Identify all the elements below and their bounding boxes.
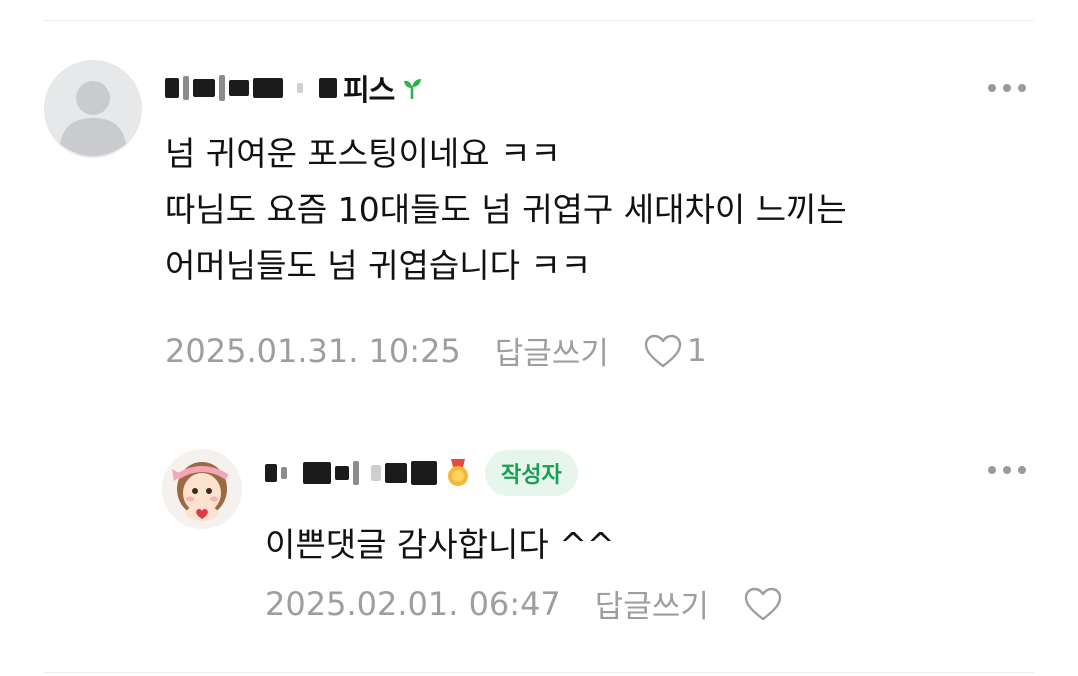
comment-body: 넘 귀여운 포스팅이네요 ㅋㅋ 따님도 요즘 10대들도 넘 귀엽구 세대차이 … [165, 126, 847, 294]
comment-body: 이쁜댓글 감사합니다 ^^ [265, 517, 615, 573]
author-name-suffix[interactable]: 피스 [343, 67, 395, 109]
author-badge: 작성자 [485, 450, 578, 496]
reply-button[interactable]: 답글쓰기 [595, 581, 709, 626]
comment-line: 어머님들도 넘 귀엽습니다 ㅋㅋ [165, 246, 592, 285]
comment-line: 넘 귀여운 포스팅이네요 ㅋㅋ [165, 134, 561, 173]
more-options-icon[interactable] [988, 84, 1026, 92]
author-name-blurred[interactable] [265, 458, 437, 488]
comment-meta: 2025.01.31. 10:25 답글쓰기 1 [165, 328, 707, 373]
top-divider [44, 20, 1034, 21]
default-avatar-icon[interactable] [44, 60, 142, 158]
like-count: 1 [686, 332, 707, 369]
sprout-icon [402, 77, 422, 99]
bottom-divider [44, 672, 1034, 673]
heart-icon [744, 587, 782, 620]
more-options-icon[interactable] [988, 466, 1026, 474]
comment-line: 따님도 요즘 10대들도 넘 귀엽구 세대차이 느끼는 [165, 190, 847, 229]
author-name-blurred[interactable] [165, 73, 337, 103]
like-button[interactable]: 1 [643, 333, 707, 369]
comment-date: 2025.01.31. 10:25 [165, 331, 461, 370]
cartoon-girl-avatar[interactable] [162, 449, 242, 529]
comment-header: 피스 [165, 62, 422, 114]
heart-icon [644, 334, 682, 367]
comment-date: 2025.02.01. 06:47 [265, 584, 561, 623]
comment-line: 이쁜댓글 감사합니다 ^^ [265, 525, 615, 564]
comment-header: 작성자 [265, 447, 578, 499]
reply-button[interactable]: 답글쓰기 [495, 328, 609, 373]
comment-meta: 2025.02.01. 06:47 답글쓰기 [265, 581, 783, 626]
medal-icon [447, 459, 469, 487]
like-button[interactable] [743, 586, 783, 622]
